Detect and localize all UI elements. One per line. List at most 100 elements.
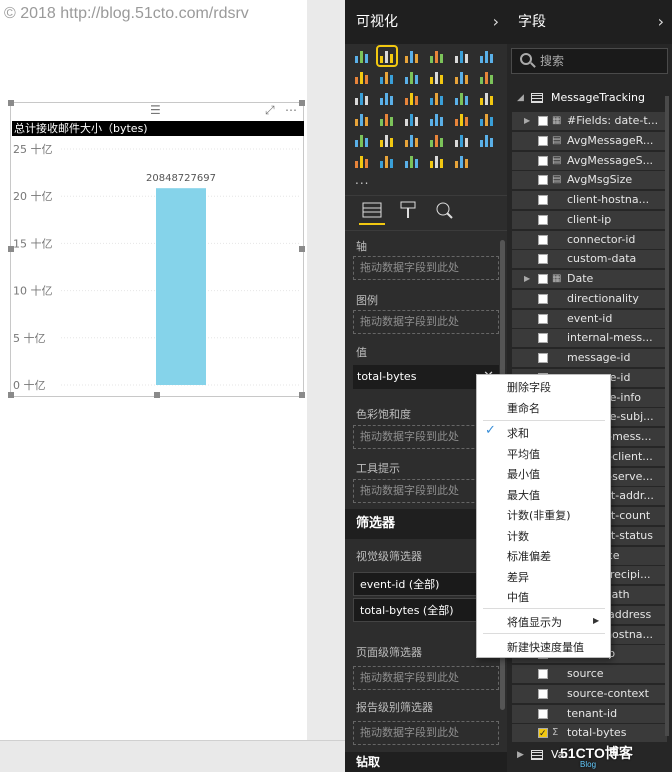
field-checkbox[interactable]	[538, 175, 548, 186]
field-item[interactable]: client-hostna...	[512, 191, 667, 209]
field-item[interactable]: Σtotal-bytes	[512, 724, 667, 743]
field-item[interactable]: ▤ AvgMessageS...	[512, 151, 667, 170]
field-item[interactable]: ▤ AvgMsgSize	[512, 171, 667, 190]
power-apps-visual-icon[interactable]	[428, 152, 446, 170]
field-checkbox[interactable]	[538, 353, 548, 363]
field-item[interactable]: ▶ ▦ #Fields: date-t...	[512, 112, 667, 130]
area-visual-icon[interactable]	[378, 68, 396, 86]
arrows-visual-icon[interactable]	[403, 152, 421, 170]
menu-item[interactable]: 标准偏差	[507, 548, 551, 564]
slicer-visual-icon[interactable]	[353, 131, 371, 149]
menu-item[interactable]: 最大值	[507, 487, 540, 503]
resize-handle[interactable]	[299, 100, 305, 106]
expanded-caret-icon[interactable]: ◢	[517, 88, 524, 108]
scatter-visual-icon[interactable]	[378, 89, 396, 107]
field-checkbox[interactable]	[538, 313, 548, 324]
fields-search-input[interactable]: 搜索	[511, 48, 668, 74]
table-messagetracking[interactable]: ◢ MessageTracking	[511, 88, 668, 108]
expand-caret-icon[interactable]: ▶	[524, 112, 530, 130]
menu-item[interactable]: 平均值	[507, 446, 540, 462]
card-visual-icon[interactable]	[453, 110, 471, 128]
field-checkbox[interactable]	[538, 293, 548, 304]
field-item[interactable]: source-context	[512, 684, 667, 703]
legend-dropzone[interactable]: 拖动数据字段到此处	[353, 310, 499, 334]
menu-item[interactable]: 差异	[507, 569, 529, 585]
menu-item[interactable]: 将值显示为	[507, 614, 562, 630]
pie-visual-icon[interactable]	[403, 89, 421, 107]
menu-item[interactable]: 重命名	[507, 400, 540, 416]
ribbon-visual-icon[interactable]	[478, 68, 496, 86]
bar[interactable]	[156, 188, 206, 385]
menu-item[interactable]: 中值	[507, 589, 529, 605]
field-item[interactable]: ▤ AvgMessageR...	[512, 131, 667, 150]
field-checkbox[interactable]	[538, 254, 548, 265]
field-item[interactable]: message-id	[512, 349, 667, 367]
100-bar-visual-icon[interactable]	[453, 47, 471, 65]
field-item[interactable]: internal-mess...	[512, 329, 667, 348]
field-item[interactable]: custom-data	[512, 250, 667, 269]
format-roller-icon[interactable]	[395, 201, 421, 225]
drag-grip-icon[interactable]: ☰	[150, 103, 161, 117]
waterfall-visual-icon[interactable]	[353, 89, 371, 107]
field-checkbox[interactable]	[538, 135, 548, 146]
page-filter-dropzone[interactable]: 拖动数据字段到此处	[353, 666, 499, 690]
menu-item[interactable]: 最小值	[507, 466, 540, 482]
field-checkbox[interactable]	[538, 708, 548, 719]
field-item[interactable]: ▶ ▦ Date	[512, 270, 667, 288]
menu-item[interactable]: 新建快速度量值	[507, 639, 584, 655]
analytics-icon[interactable]	[431, 201, 457, 225]
field-checkbox[interactable]	[538, 214, 548, 225]
expand-caret-icon[interactable]: ▶	[524, 270, 530, 288]
field-item[interactable]: tenant-id	[512, 704, 667, 723]
field-item[interactable]: connector-id	[512, 230, 667, 249]
line-chart-dark-visual-icon[interactable]	[453, 152, 471, 170]
field-checkbox[interactable]	[538, 669, 548, 679]
menu-item[interactable]: 计数(非重复)	[507, 507, 571, 523]
globe-visual-icon[interactable]	[453, 131, 471, 149]
line-stacked-visual-icon[interactable]	[453, 68, 471, 86]
focus-mode-icon[interactable]: ⤢	[265, 103, 275, 118]
100-column-visual-icon[interactable]	[478, 47, 496, 65]
field-checkbox[interactable]	[538, 234, 548, 245]
field-checkbox[interactable]	[538, 155, 548, 166]
clustered-column-visual-icon[interactable]	[428, 47, 446, 65]
line-visual-icon[interactable]	[353, 68, 371, 86]
treemap-visual-icon[interactable]	[453, 89, 471, 107]
menu-item[interactable]: 计数	[507, 528, 529, 544]
resize-handle[interactable]	[8, 100, 14, 106]
donut-visual-icon[interactable]	[428, 89, 446, 107]
gauge-visual-icon[interactable]	[403, 110, 421, 128]
field-item[interactable]: directionality	[512, 289, 667, 308]
kpi-visual-icon[interactable]	[478, 110, 496, 128]
r-script-visual-icon[interactable]	[428, 131, 446, 149]
matrix-visual-icon[interactable]	[403, 131, 421, 149]
fields-scrollbar[interactable]	[665, 96, 669, 736]
menu-item[interactable]: 求和	[507, 425, 529, 441]
field-checkbox[interactable]	[538, 333, 548, 344]
line-column-visual-icon[interactable]	[428, 68, 446, 86]
gear-visual-icon[interactable]	[378, 152, 396, 170]
arcgis-visual-icon[interactable]	[353, 152, 371, 170]
field-checkbox[interactable]	[538, 195, 548, 205]
fields-tab-icon[interactable]	[359, 201, 385, 225]
field-checkbox[interactable]	[538, 116, 548, 126]
field-item[interactable]: client-ip	[512, 210, 667, 229]
filled-map-visual-icon[interactable]	[353, 110, 371, 128]
field-checkbox[interactable]	[538, 274, 548, 284]
collapse-chevron-icon[interactable]: ›	[658, 0, 664, 44]
column-chart-visual[interactable]: ☰ ⤢ ⋯ 总计接收邮件大小（bytes) 0 十亿 5 十亿 10 十亿 15 十亿…	[8, 100, 305, 398]
field-item[interactable]: source	[512, 665, 667, 683]
field-checkbox[interactable]	[538, 688, 548, 699]
field-checkbox[interactable]	[538, 725, 548, 742]
more-visuals-icon[interactable]: ...	[355, 173, 369, 187]
funnel-visual-icon[interactable]	[378, 110, 396, 128]
map-visual-icon[interactable]	[478, 89, 496, 107]
clustered-bar-visual-icon[interactable]	[403, 47, 421, 65]
collapse-chevron-icon[interactable]: ›	[493, 0, 499, 44]
report-filter-dropzone[interactable]: 拖动数据字段到此处	[353, 721, 499, 745]
axis-dropzone[interactable]: 拖动数据字段到此处	[353, 256, 499, 280]
table-visual-icon[interactable]	[378, 131, 396, 149]
more-options-icon[interactable]: ⋯	[285, 103, 297, 117]
stacked-column-visual-icon[interactable]	[376, 45, 398, 67]
stacked-area-visual-icon[interactable]	[403, 68, 421, 86]
